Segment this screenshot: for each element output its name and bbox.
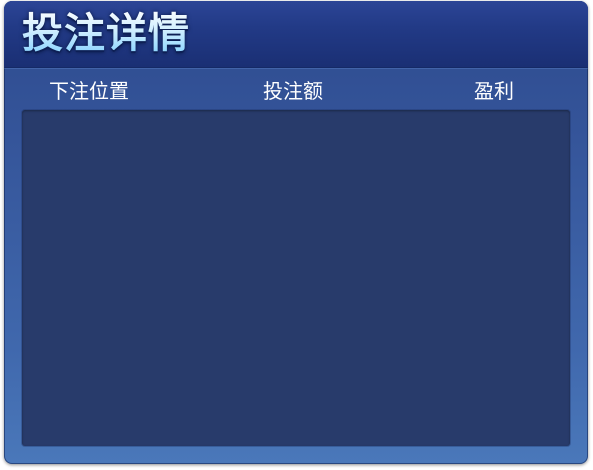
column-header-bet-position: 下注位置 xyxy=(49,79,129,103)
column-header-bet-amount: 投注额 xyxy=(263,79,323,103)
column-header-profit: 盈利 xyxy=(474,79,514,103)
panel-title: 投注详情 xyxy=(22,9,190,57)
panel-header: 投注详情 xyxy=(4,1,588,68)
bet-list-area xyxy=(22,110,570,446)
bet-details-panel: 投注详情 下注位置 投注额 盈利 xyxy=(4,1,588,464)
table-header: 下注位置 投注额 盈利 xyxy=(4,77,588,105)
